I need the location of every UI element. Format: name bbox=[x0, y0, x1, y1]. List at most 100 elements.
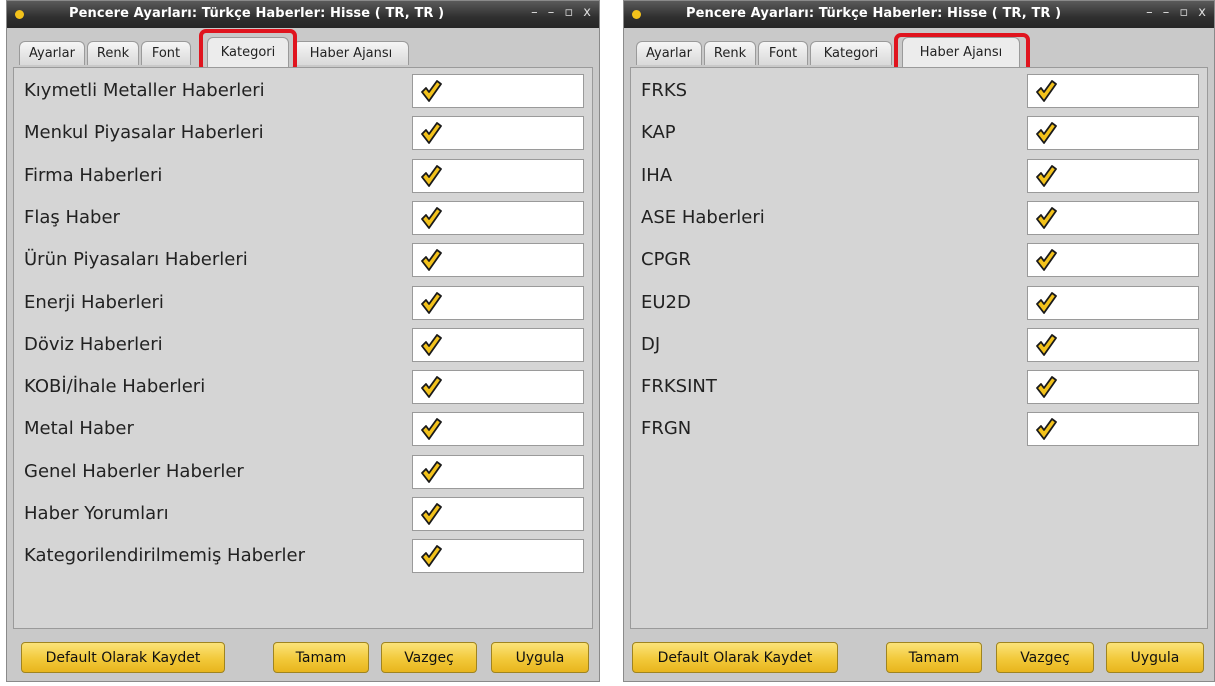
tab-font[interactable]: Font bbox=[141, 41, 191, 65]
row-label: FRKSINT bbox=[641, 376, 717, 398]
tab-kategori[interactable]: Kategori bbox=[810, 41, 892, 65]
close-button[interactable]: x bbox=[1198, 5, 1206, 20]
window-dot-icon bbox=[15, 10, 24, 19]
checkmark-icon bbox=[421, 80, 442, 102]
list-item: Firma Haberleri bbox=[24, 158, 584, 193]
checkmark-icon bbox=[421, 164, 442, 187]
button-bar: Default Olarak Kaydet Tamam Vazgeç Uygul… bbox=[624, 631, 1214, 681]
checkmark-icon bbox=[1036, 122, 1057, 145]
checkbox[interactable] bbox=[1027, 412, 1199, 447]
list-item: DJ bbox=[641, 327, 1199, 362]
checkbox[interactable] bbox=[412, 158, 584, 193]
default-save-button[interactable]: Default Olarak Kaydet bbox=[632, 642, 838, 673]
checkmark-icon bbox=[1036, 164, 1057, 187]
minimize-button[interactable]: – bbox=[531, 5, 538, 20]
row-label: Döviz Haberleri bbox=[24, 333, 163, 355]
shade-button[interactable]: – bbox=[1163, 5, 1170, 20]
list-item: Ürün Piyasaları Haberleri bbox=[24, 243, 584, 278]
row-label: FRKS bbox=[641, 80, 688, 101]
title-bar[interactable]: Pencere Ayarları: Türkçe Haberler: Hisse… bbox=[624, 1, 1214, 28]
ok-button[interactable]: Tamam bbox=[273, 642, 369, 673]
window-title: Pencere Ayarları: Türkçe Haberler: Hisse… bbox=[686, 6, 1062, 21]
tab-haber-ajansi[interactable]: Haber Ajansı bbox=[293, 41, 409, 65]
checkbox[interactable] bbox=[412, 327, 584, 362]
tab-renk[interactable]: Renk bbox=[704, 41, 756, 65]
close-button[interactable]: x bbox=[583, 5, 591, 20]
default-save-button[interactable]: Default Olarak Kaydet bbox=[21, 642, 225, 673]
checkmark-icon bbox=[1036, 249, 1057, 272]
checkbox[interactable] bbox=[412, 116, 584, 151]
checkmark-icon bbox=[1036, 333, 1057, 356]
apply-button[interactable]: Uygula bbox=[1106, 642, 1204, 673]
checkmark-icon bbox=[421, 545, 442, 568]
list-item: ASE Haberleri bbox=[641, 200, 1199, 235]
checkmark-icon bbox=[1036, 418, 1057, 441]
checkbox[interactable] bbox=[1027, 200, 1199, 235]
row-label: Firma Haberleri bbox=[24, 164, 163, 186]
checkbox[interactable] bbox=[412, 454, 584, 489]
list-item: FRKS bbox=[641, 74, 1199, 108]
checkbox[interactable] bbox=[412, 74, 584, 108]
list-item: Haber Yorumları bbox=[24, 497, 584, 531]
checkmark-icon bbox=[421, 291, 442, 314]
maximize-button[interactable]: ▫ bbox=[1179, 5, 1188, 20]
cancel-button[interactable]: Vazgeç bbox=[381, 642, 477, 673]
checkmark-icon bbox=[421, 249, 442, 272]
checkbox[interactable] bbox=[1027, 74, 1199, 108]
minimize-button[interactable]: – bbox=[1146, 5, 1153, 20]
checkbox[interactable] bbox=[1027, 116, 1199, 151]
tab-strip: Ayarlar Renk Font Kategori Haber Ajansı bbox=[630, 33, 1208, 75]
list-item: Menkul Piyasalar Haberleri bbox=[24, 116, 584, 151]
list-item: Genel Haberler Haberler bbox=[24, 454, 584, 489]
tab-font[interactable]: Font bbox=[758, 41, 808, 65]
row-label: Ürün Piyasaları Haberleri bbox=[24, 249, 248, 271]
list-item: Flaş Haber bbox=[24, 200, 584, 235]
shade-button[interactable]: – bbox=[548, 5, 555, 20]
row-label: Menkul Piyasalar Haberleri bbox=[24, 122, 264, 144]
list-item: Döviz Haberleri bbox=[24, 327, 584, 362]
checkbox[interactable] bbox=[1027, 158, 1199, 193]
tab-ayarlar[interactable]: Ayarlar bbox=[636, 41, 702, 65]
row-label: CPGR bbox=[641, 249, 691, 271]
checkbox[interactable] bbox=[412, 200, 584, 235]
maximize-button[interactable]: ▫ bbox=[564, 5, 573, 20]
checkbox[interactable] bbox=[412, 370, 584, 405]
ok-button[interactable]: Tamam bbox=[886, 642, 982, 673]
checkbox[interactable] bbox=[1027, 327, 1199, 362]
checkmark-icon bbox=[421, 333, 442, 356]
list-item: FRGN bbox=[641, 412, 1199, 447]
tab-renk[interactable]: Renk bbox=[87, 41, 139, 65]
checkbox[interactable] bbox=[1027, 243, 1199, 278]
cancel-button[interactable]: Vazgeç bbox=[996, 642, 1094, 673]
list-item: IHA bbox=[641, 158, 1199, 193]
checkbox[interactable] bbox=[412, 285, 584, 320]
checkmark-icon bbox=[421, 460, 442, 483]
checkbox[interactable] bbox=[412, 539, 584, 574]
apply-button[interactable]: Uygula bbox=[491, 642, 589, 673]
checkmark-icon bbox=[1036, 80, 1057, 102]
settings-window-haber-ajansi: Pencere Ayarları: Türkçe Haberler: Hisse… bbox=[623, 0, 1215, 682]
category-list: Kıymetli Metaller Haberleri Menkul Piyasa… bbox=[13, 67, 593, 629]
checkmark-icon bbox=[1036, 206, 1057, 229]
title-bar[interactable]: Pencere Ayarları: Türkçe Haberler: Hisse… bbox=[7, 1, 599, 28]
row-label: KOBİ/İhale Haberleri bbox=[24, 376, 206, 398]
checkbox[interactable] bbox=[1027, 285, 1199, 320]
checkbox[interactable] bbox=[412, 412, 584, 447]
list-item: Kıymetli Metaller Haberleri bbox=[24, 74, 584, 108]
row-label: DJ bbox=[641, 333, 661, 355]
settings-window-kategori: Pencere Ayarları: Türkçe Haberler: Hisse… bbox=[6, 0, 600, 682]
row-label: Kategorilendirilmemiş Haberler bbox=[24, 545, 305, 567]
checkbox[interactable] bbox=[412, 497, 584, 531]
list-item: EU2D bbox=[641, 285, 1199, 320]
tab-strip: Ayarlar Renk Font Kategori Haber Ajansı bbox=[13, 29, 593, 73]
row-label: Enerji Haberleri bbox=[24, 291, 164, 313]
news-agency-list: FRKS KAP IHA ASE Haberleri CPGR EU2D DJ FRKSINT… bbox=[630, 67, 1208, 629]
list-item: KOBİ/İhale Haberleri bbox=[24, 370, 584, 405]
row-label: ASE Haberleri bbox=[641, 206, 765, 228]
checkbox[interactable] bbox=[412, 243, 584, 278]
checkbox[interactable] bbox=[1027, 370, 1199, 405]
tab-ayarlar[interactable]: Ayarlar bbox=[19, 41, 85, 65]
list-item: KAP bbox=[641, 116, 1199, 151]
list-item: FRKSINT bbox=[641, 370, 1199, 405]
checkmark-icon bbox=[421, 418, 442, 441]
